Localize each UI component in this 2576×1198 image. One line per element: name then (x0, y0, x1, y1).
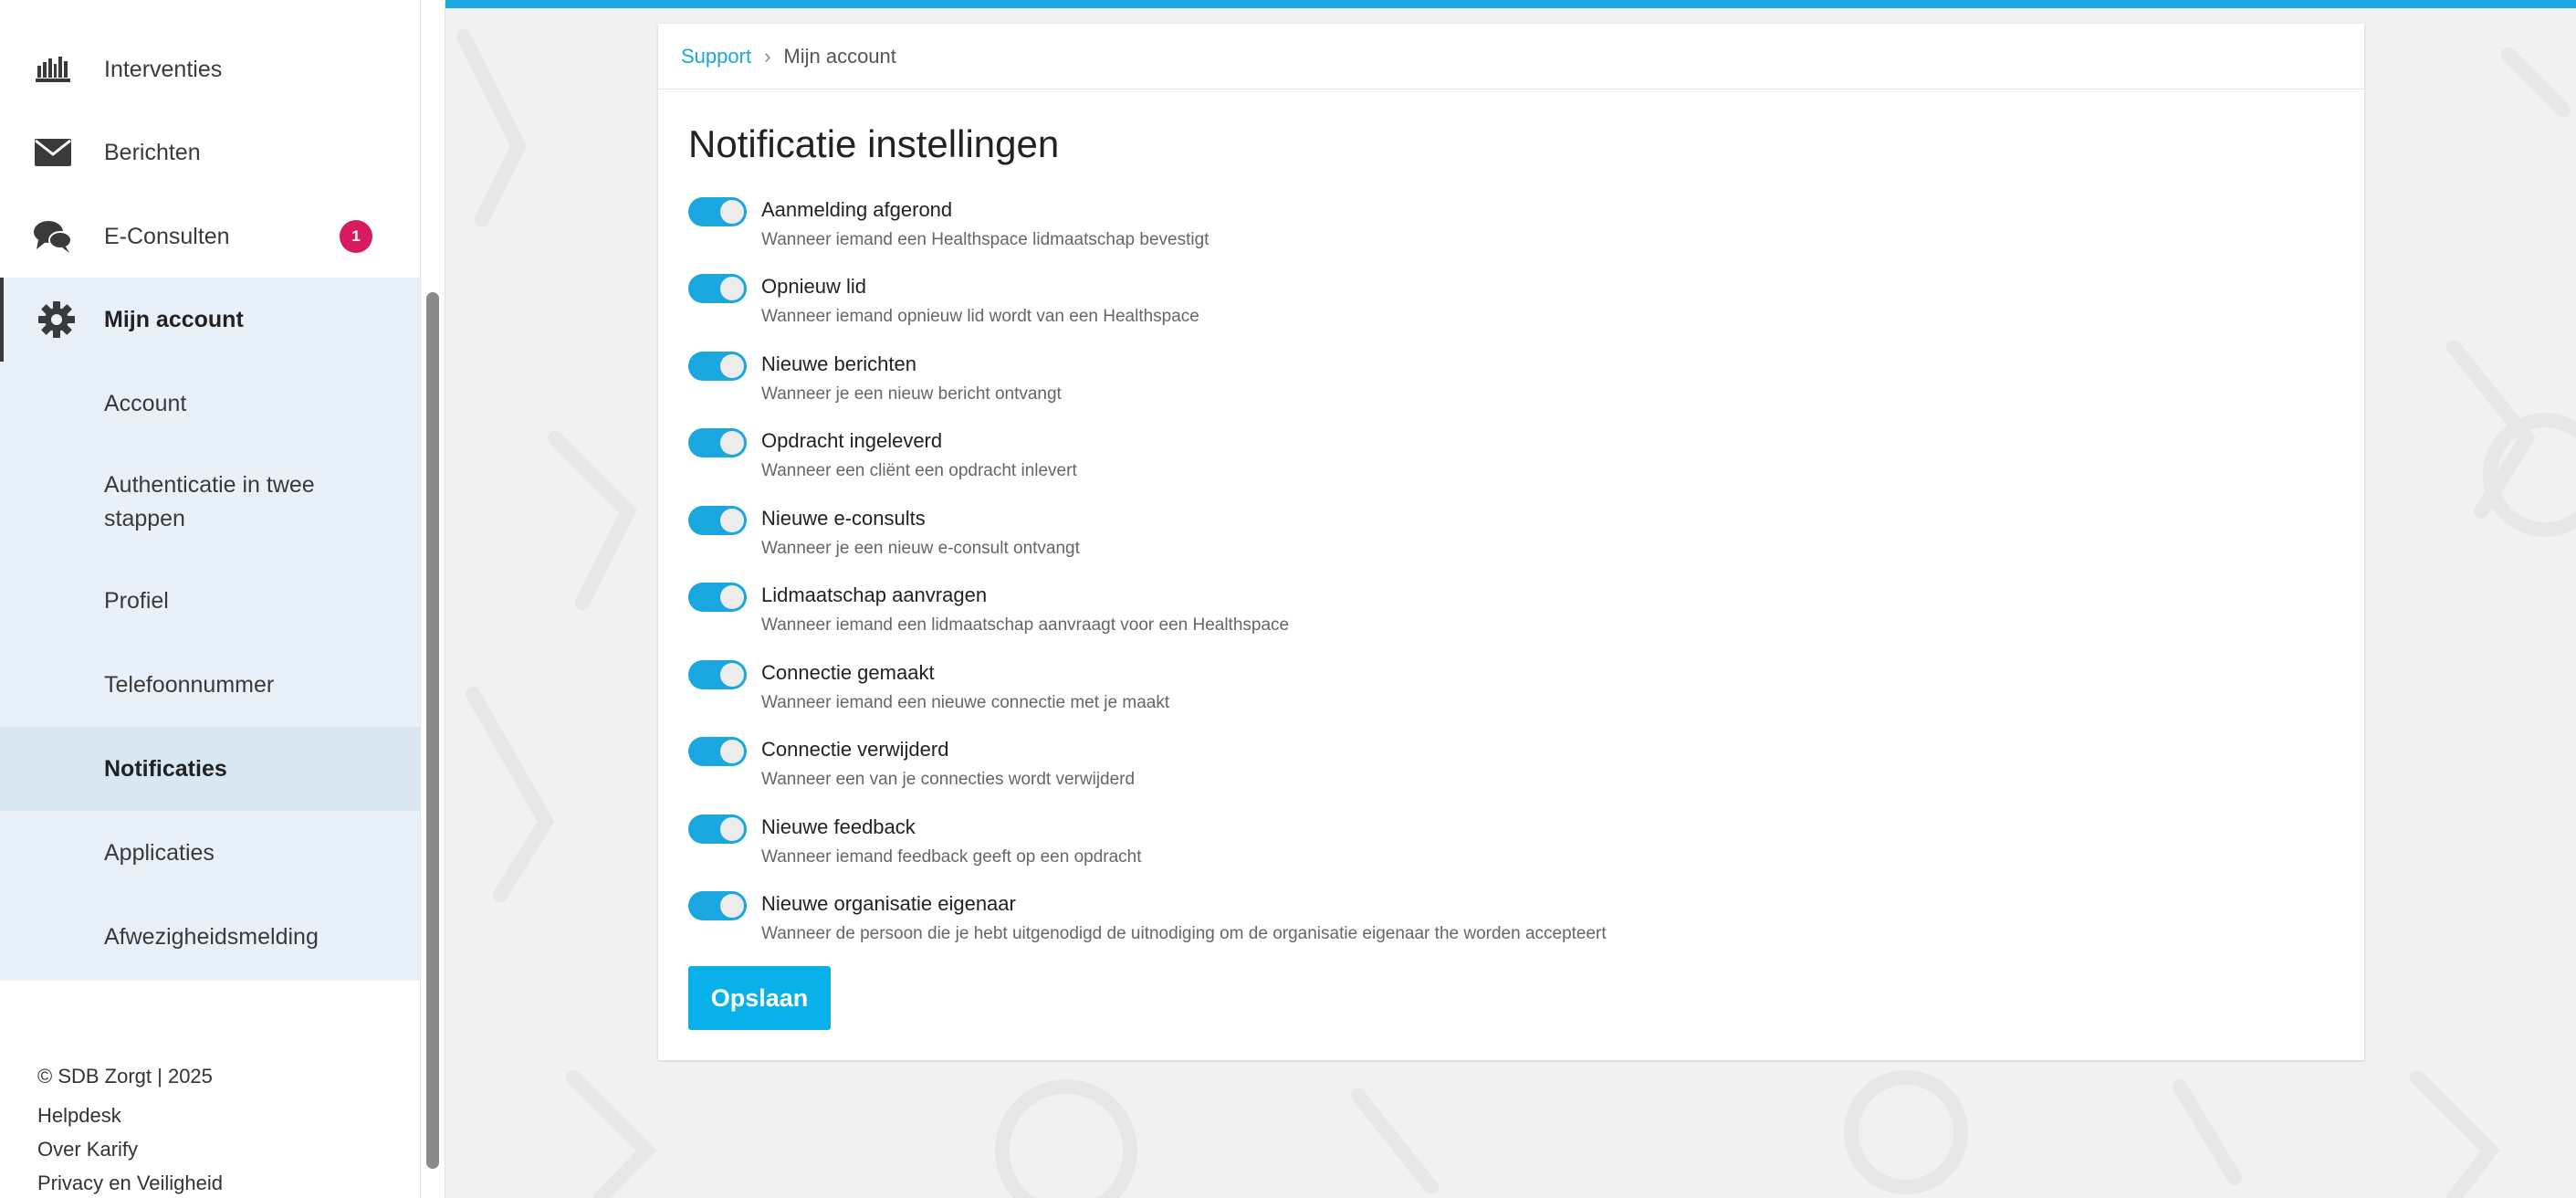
nieuwe-organisatie-eigenaar-toggle[interactable] (688, 891, 747, 920)
copyright-text: © SDB Zorgt | 2025 (37, 1065, 213, 1088)
setting-description: Wanneer iemand feedback geeft op een opd… (761, 847, 1142, 867)
account-submenu: Account Authenticatie in twee stappen Pr… (0, 362, 420, 981)
setting-row: Connectie verwijderd Wanneer een van je … (688, 735, 2331, 812)
save-button[interactable]: Opslaan (688, 966, 831, 1030)
helpdesk-link[interactable]: Helpdesk (37, 1098, 223, 1132)
sidebar-item-label: Interventies (104, 56, 223, 82)
toggle-knob (720, 740, 744, 763)
setting-row: Nieuwe e-consults Wanneer je een nieuw e… (688, 504, 2331, 581)
nieuwe-feedback-toggle[interactable] (688, 814, 747, 844)
breadcrumb: Support › Mijn account (658, 24, 2364, 89)
toggle-knob (720, 354, 744, 378)
over-karify-link[interactable]: Over Karify (37, 1132, 223, 1166)
sidebar-footer: © SDB Zorgt | 2025 Helpdesk Over Karify … (37, 1059, 223, 1198)
setting-title: Connectie gemaakt (761, 661, 935, 684)
setting-description: Wanneer een van je connecties wordt verw… (761, 770, 1136, 789)
sidebar-scrollbar-thumb[interactable] (426, 292, 439, 1169)
opnieuw-lid-toggle[interactable] (688, 274, 747, 303)
setting-description: Wanneer iemand een nieuwe connectie met … (761, 693, 1170, 712)
setting-row: Connectie gemaakt Wanneer iemand een nie… (688, 658, 2331, 735)
submenu-item-label: Applicaties (104, 839, 215, 866)
sidebar-item-mijn-account[interactable]: Mijn account (0, 278, 420, 362)
sidebar: Interventies Berichten E-Consulten 1 Mij… (0, 0, 420, 1198)
sidebar-item-label: E-Consulten (104, 223, 230, 249)
toggle-knob (720, 585, 744, 609)
toggle-knob (720, 894, 744, 918)
sidebar-item-label: Mijn account (104, 306, 244, 332)
nieuwe-berichten-toggle[interactable] (688, 352, 747, 381)
setting-description: Wanneer je een nieuw bericht ontvangt (761, 384, 1062, 404)
toggle-knob (720, 663, 744, 687)
setting-title: Nieuwe e-consults (761, 507, 926, 530)
setting-description: Wanneer een cliënt een opdracht inlevert (761, 461, 1077, 480)
submenu-item-label: Telefoonnummer (104, 671, 275, 698)
connectie-gemaakt-toggle[interactable] (688, 660, 747, 689)
connectie-verwijderd-toggle[interactable] (688, 737, 747, 766)
sidebar-item-berichten[interactable]: Berichten (0, 110, 420, 194)
unread-count-badge: 1 (340, 220, 372, 253)
setting-description: Wanneer iemand een lidmaatschap aanvraag… (761, 615, 1290, 635)
toggle-knob (720, 817, 744, 841)
opdracht-ingeleverd-toggle[interactable] (688, 428, 747, 457)
chat-bubbles-icon (33, 216, 73, 257)
setting-row: Lidmaatschap aanvragen Wanneer iemand ee… (688, 581, 2331, 657)
setting-title: Nieuwe berichten (761, 352, 916, 375)
sidebar-item-interventies[interactable]: Interventies (0, 27, 420, 111)
submenu-item-label: Notificaties (104, 755, 227, 782)
submenu-item-profiel[interactable]: Profiel (0, 559, 420, 643)
submenu-item-authenticatie[interactable]: Authenticatie in twee stappen (0, 446, 420, 559)
setting-description: Wanneer iemand opnieuw lid wordt van een… (761, 307, 1199, 326)
toggle-knob (720, 200, 744, 224)
setting-title: Connectie verwijderd (761, 738, 949, 761)
toggle-knob (720, 509, 744, 532)
lidmaatschap-aanvragen-toggle[interactable] (688, 583, 747, 612)
nieuwe-e-consults-toggle[interactable] (688, 506, 747, 535)
submenu-item-telefoonnummer[interactable]: Telefoonnummer (0, 643, 420, 727)
breadcrumb-support-link[interactable]: Support (681, 45, 751, 68)
setting-row: Nieuwe organisatie eigenaar Wanneer de p… (688, 889, 2331, 966)
envelope-icon (33, 132, 73, 173)
setting-description: Wanneer je een nieuw e-consult ontvangt (761, 539, 1080, 558)
submenu-item-account[interactable]: Account (0, 362, 420, 446)
submenu-item-label: Account (104, 390, 187, 416)
submenu-item-label: Profiel (104, 587, 169, 614)
setting-title: Lidmaatschap aanvragen (761, 583, 988, 606)
sidebar-item-e-consulten[interactable]: E-Consulten 1 (0, 194, 420, 278)
notification-settings-card: Support › Mijn account Notificatie inste… (658, 24, 2364, 1060)
setting-title: Nieuwe organisatie eigenaar (761, 892, 1016, 915)
setting-row: Opnieuw lid Wanneer iemand opnieuw lid w… (688, 272, 2331, 349)
chevron-right-icon: › (764, 44, 771, 68)
submenu-item-label: Authenticatie in twee stappen (104, 472, 315, 531)
setting-title: Nieuwe feedback (761, 815, 916, 838)
submenu-item-label: Afwezigheidsmelding (104, 923, 319, 950)
submenu-item-afwezigheidsmelding[interactable]: Afwezigheidsmelding (0, 895, 420, 979)
top-accent-bar (445, 0, 2576, 8)
setting-description: Wanneer iemand een Healthspace lidmaatsc… (761, 230, 1209, 249)
page-title: Notificatie instellingen (688, 122, 1060, 165)
setting-title: Opnieuw lid (761, 275, 866, 298)
setting-row: Nieuwe berichten Wanneer je een nieuw be… (688, 350, 2331, 426)
setting-title: Opdracht ingeleverd (761, 429, 943, 452)
submenu-item-notificaties[interactable]: Notificaties (0, 727, 420, 811)
setting-row: Nieuwe feedback Wanneer iemand feedback … (688, 813, 2331, 889)
setting-row: Aanmelding afgerond Wanneer iemand een H… (688, 195, 2331, 272)
toggle-knob (720, 277, 744, 300)
submenu-item-applicaties[interactable]: Applicaties (0, 811, 420, 895)
setting-description: Wanneer de persoon die je hebt uitgenodi… (761, 924, 1607, 943)
aanmelding-afgerond-toggle[interactable] (688, 197, 747, 226)
setting-row: Opdracht ingeleverd Wanneer een cliënt e… (688, 426, 2331, 503)
gear-icon (37, 300, 77, 340)
sidebar-item-label: Berichten (104, 139, 201, 165)
main-content: Support › Mijn account Notificatie inste… (445, 0, 2576, 1198)
setting-title: Aanmelding afgerond (761, 198, 953, 221)
bookshelf-icon (33, 49, 73, 89)
breadcrumb-current: Mijn account (783, 44, 896, 68)
privacy-link[interactable]: Privacy en Veiligheid (37, 1166, 223, 1198)
toggle-knob (720, 431, 744, 455)
